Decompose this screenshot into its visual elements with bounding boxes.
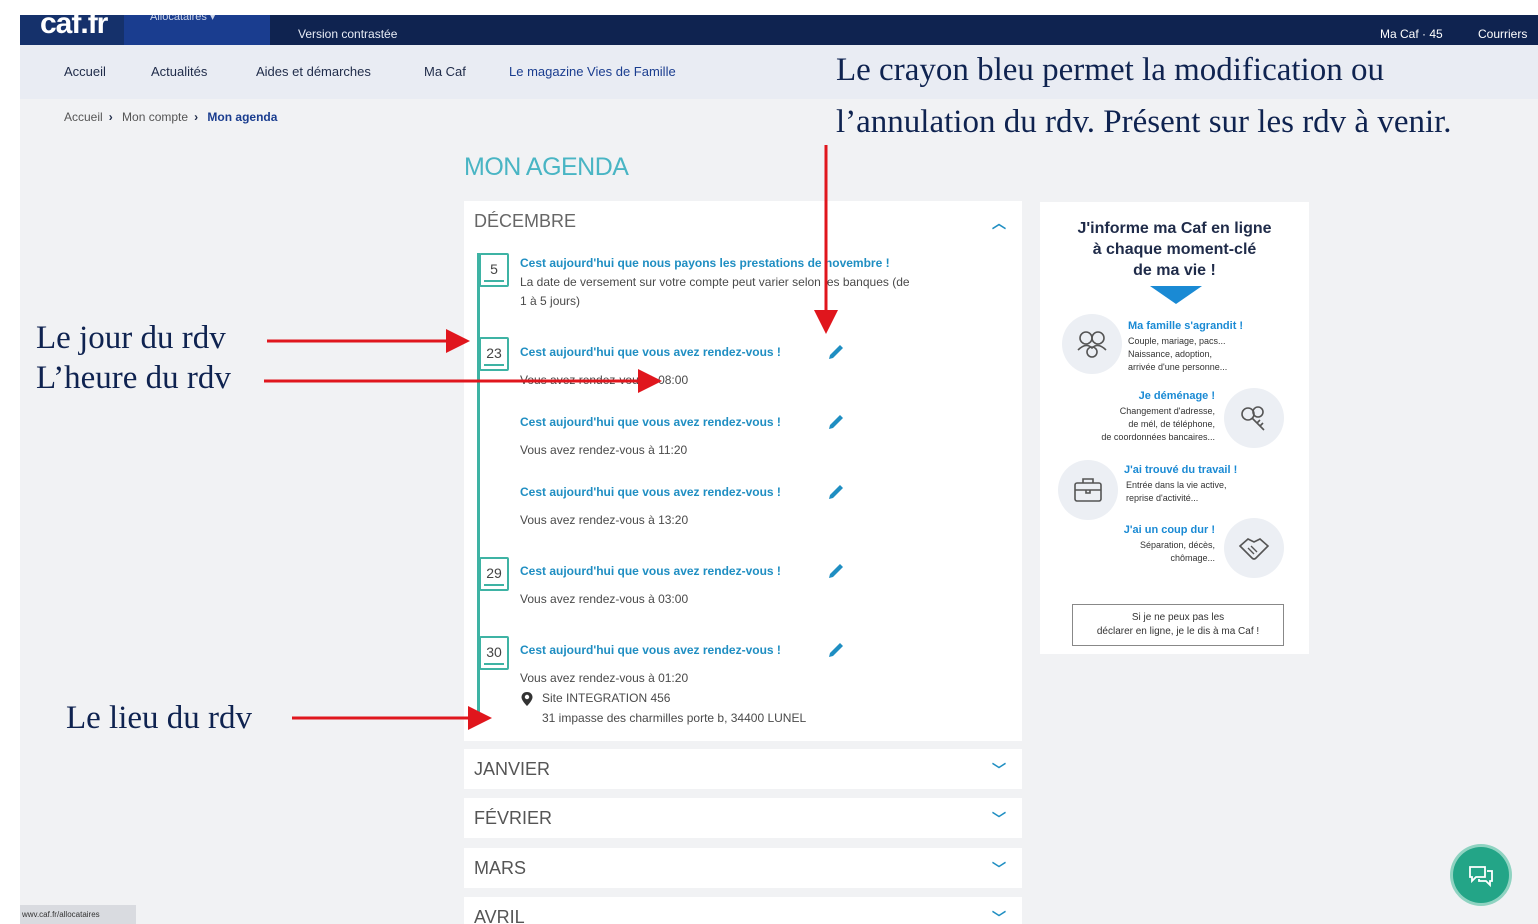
month-label: AVRIL: [474, 907, 525, 924]
nav-magazine[interactable]: Le magazine Vies de Famille: [509, 64, 676, 79]
day-badge: 5: [479, 253, 509, 287]
nav-aides[interactable]: Aides et démarches: [256, 64, 371, 79]
declare-caf-button[interactable]: Si je ne peux pas les déclarer en ligne, …: [1072, 604, 1284, 646]
life-event-title[interactable]: Ma famille s'agrandit !: [1128, 320, 1243, 332]
life-event-title[interactable]: J'ai un coup dur !: [1124, 524, 1215, 536]
place-annotation: Le lieu du rdv: [66, 700, 253, 736]
day-number: 30: [486, 644, 502, 660]
event-text: Vous avez rendez-vous à 08:00: [520, 373, 689, 387]
month-label: FÉVRIER: [474, 808, 553, 828]
day-number: 29: [486, 565, 502, 581]
event-title[interactable]: Cest aujourd'hui que vous avez rendez-vo…: [520, 415, 781, 429]
event-text: Vous avez rendez-vous à 13:20: [520, 513, 689, 527]
chevron-right-icon: ›: [194, 110, 199, 124]
chevron-down-icon: ﹀: [992, 861, 1006, 877]
card-title: J'informe ma Caf en ligne à chaque momen…: [1077, 220, 1272, 279]
day-badge: 23: [479, 337, 509, 371]
nav-accueil[interactable]: Accueil: [64, 64, 106, 79]
life-event-text: Couple, mariage, pacs... Naissance, adopt…: [1128, 336, 1228, 372]
event-title[interactable]: Cest aujourd'hui que vous avez rendez-vo…: [520, 485, 781, 499]
month-row-mars[interactable]: MARS ﹀: [464, 848, 1022, 888]
month-row-janvier[interactable]: JANVIER ﹀: [464, 749, 1022, 789]
month-label: JANVIER: [474, 759, 551, 779]
day-number: 5: [490, 261, 498, 277]
month-label: MARS: [474, 858, 527, 878]
audience-tab-label: Allocataires: [150, 15, 207, 23]
month-row-avril[interactable]: AVRIL ﹀: [464, 897, 1022, 924]
event-text: Vous avez rendez-vous à 01:20: [520, 671, 689, 685]
chevron-up-icon[interactable]: ︿: [992, 213, 1006, 233]
chevron-right-icon: ›: [108, 110, 113, 124]
life-events-card: J'informe ma Caf en ligne à chaque momen…: [1040, 202, 1309, 654]
keys-icon: [1224, 388, 1284, 448]
month-panel-december: DÉCEMBRE ︿ 5 Cest aujourd'hui que nous p…: [464, 201, 1022, 741]
pencil-icon[interactable]: [826, 412, 846, 432]
event-title[interactable]: Cest aujourd'hui que nous payons les pre…: [520, 256, 890, 270]
account-link[interactable]: Ma Caf · 45: [1380, 27, 1443, 41]
event-place: Site INTEGRATION 456: [542, 691, 671, 705]
day-annotation: Le jour du rdv: [36, 320, 226, 356]
event-text: 1 à 5 jours): [520, 294, 581, 308]
life-event-text: Changement d'adresse, de mél, de téléphon…: [1101, 406, 1215, 442]
nav-actualites[interactable]: Actualités: [151, 64, 207, 79]
event-title[interactable]: Cest aujourd'hui que vous avez rendez-vo…: [520, 564, 781, 578]
life-event-title[interactable]: J'ai trouvé du travail !: [1124, 464, 1237, 476]
pencil-icon[interactable]: [826, 342, 846, 362]
audience-tab[interactable]: Allocataires ▾: [124, 15, 270, 45]
chevron-down-icon: ﹀: [992, 910, 1006, 924]
life-event-text: Entrée dans la vie active, reprise d'acti…: [1126, 480, 1227, 503]
contrast-toggle[interactable]: Version contrastée: [298, 27, 397, 41]
chevron-down-icon: ﹀: [992, 811, 1006, 827]
briefcase-icon: [1058, 460, 1118, 520]
event-text: Vous avez rendez-vous à 11:20: [520, 443, 688, 457]
caf-logo[interactable]: caf.fr: [20, 15, 124, 45]
pencil-icon[interactable]: [826, 640, 846, 660]
day-number: 23: [486, 345, 502, 361]
event-title[interactable]: Cest aujourd'hui que vous avez rendez-vo…: [520, 345, 781, 359]
event-text: Vous avez rendez-vous à 03:00: [520, 592, 689, 606]
chevron-down-icon: ﹀: [992, 762, 1006, 778]
breadcrumb-accueil[interactable]: Accueil: [64, 110, 103, 124]
status-bar-url: wwv.caf.fr/allocataires: [20, 905, 136, 924]
chat-bubbles-icon: [1469, 866, 1493, 888]
month-header[interactable]: DÉCEMBRE: [474, 211, 576, 232]
day-badge: 29: [479, 557, 509, 591]
chat-button[interactable]: [1453, 847, 1509, 903]
pencil-icon[interactable]: [826, 482, 846, 502]
page-title: MON AGENDA: [464, 153, 629, 181]
breadcrumb: Accueil › Mon compte › Mon agenda: [64, 110, 283, 124]
breadcrumb-compte[interactable]: Mon compte: [122, 110, 188, 124]
event-address: 31 impasse des charmilles porte b, 34400…: [542, 711, 807, 725]
time-annotation: L’heure du rdv: [36, 360, 231, 396]
life-event-title[interactable]: Je déménage !: [1139, 390, 1215, 402]
nav-ma-caf[interactable]: Ma Caf: [424, 64, 466, 79]
pencil-annotation: Le crayon bleu permet la modification ou…: [836, 52, 1452, 140]
month-row-fevrier[interactable]: FÉVRIER ﹀: [464, 798, 1022, 838]
event-title[interactable]: Cest aujourd'hui que vous avez rendez-vo…: [520, 643, 781, 657]
family-icon: [1062, 314, 1122, 374]
caf-screenshot: caf.fr Allocataires ▾ Version contrastée…: [20, 15, 1538, 924]
location-pin-icon: [521, 692, 533, 706]
top-bar: caf.fr Allocataires ▾ Version contrastée…: [20, 15, 1538, 45]
day-badge: 30: [479, 636, 509, 670]
triangle-down-icon: [1150, 286, 1202, 304]
pencil-icon[interactable]: [826, 561, 846, 581]
breadcrumb-current: Mon agenda: [207, 110, 278, 124]
life-event-text: Séparation, décès, chômage...: [1139, 540, 1215, 563]
mail-link[interactable]: Courriers: [1478, 27, 1527, 41]
handshake-icon: [1224, 518, 1284, 578]
event-text: La date de versement sur votre compte pe…: [520, 275, 910, 289]
